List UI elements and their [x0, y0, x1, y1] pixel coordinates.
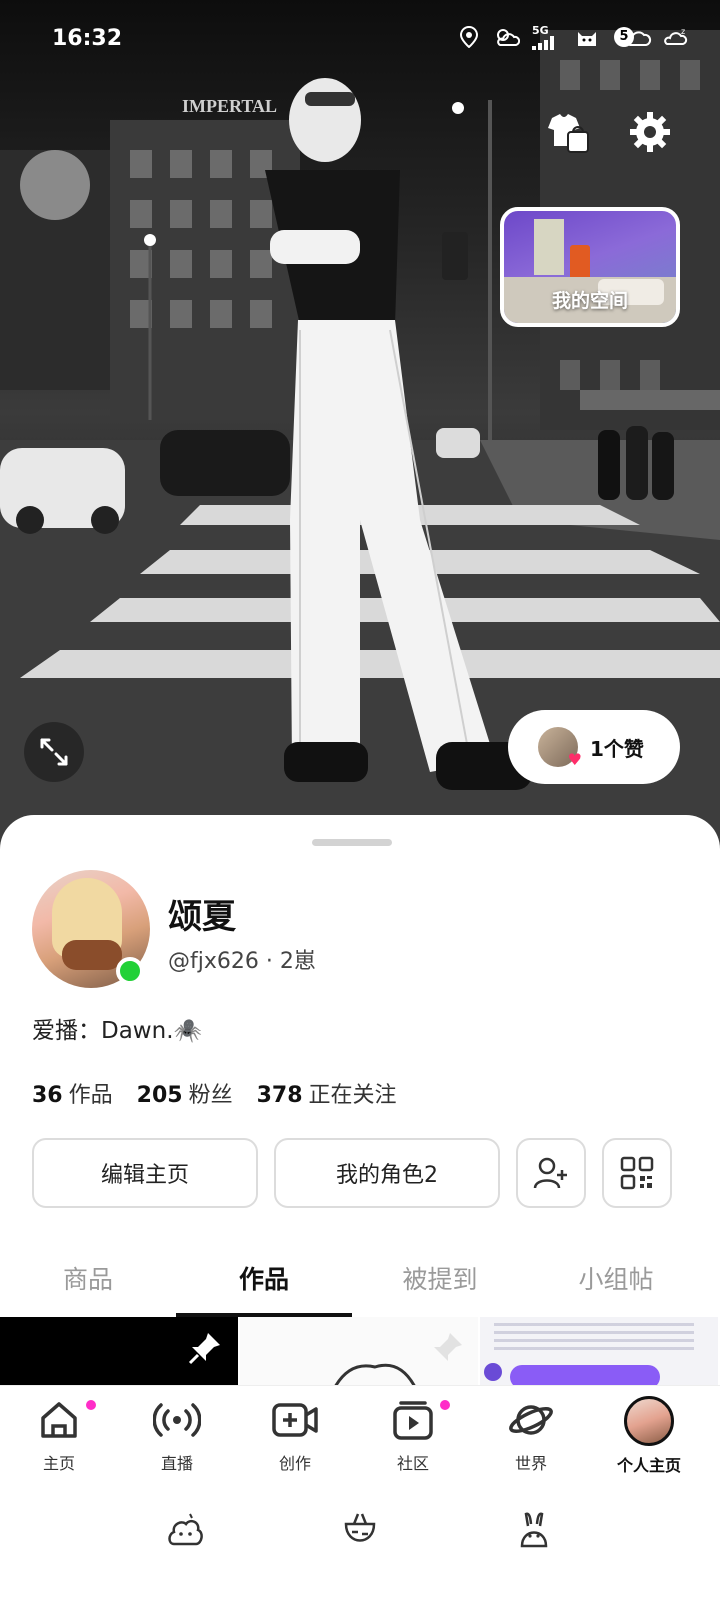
nav-community[interactable]: 社区 [354, 1400, 472, 1482]
profile-sheet: 颂夏 @fjx626 · 2崽 爱播：Dawn.🕷️ 36 作品 205 粉丝 37… [0, 815, 720, 1604]
space-curtain [534, 219, 564, 275]
system-home-button[interactable] [340, 1510, 380, 1550]
work-thumbnail[interactable] [480, 1317, 718, 1385]
notification-dot [86, 1400, 96, 1410]
sheet-drag-handle[interactable] [312, 839, 392, 846]
live-icon [153, 1403, 201, 1437]
expand-fullscreen-button[interactable] [24, 722, 84, 782]
system-menu-button[interactable] [166, 1510, 206, 1550]
battery-indicator: 5 [612, 25, 652, 49]
cloud-face-icon [168, 1513, 203, 1546]
stat-label: 粉丝 [188, 1083, 233, 1108]
avatar-guitar [62, 940, 122, 970]
my-space-card[interactable]: 我的空间 [500, 207, 680, 327]
profile-stats: 36 作品 205 粉丝 378 正在关注 [32, 1077, 397, 1109]
profile-avatar-icon [624, 1396, 674, 1446]
community-icon [393, 1401, 433, 1440]
nav-label: 主页 [42, 1454, 75, 1473]
text-snippet [494, 1323, 694, 1353]
expand-icon [40, 738, 68, 766]
tab-mentions[interactable]: 被提到 [352, 1245, 528, 1317]
add-friend-button[interactable] [516, 1138, 586, 1208]
weather-icon [494, 24, 520, 50]
qr-code-icon [620, 1156, 654, 1190]
sketch-drawing [334, 1363, 416, 1385]
nav-label: 社区 [396, 1454, 429, 1473]
create-icon [272, 1403, 318, 1437]
work-thumbnail[interactable] [0, 1317, 238, 1385]
tab-products[interactable]: 商品 [0, 1245, 176, 1317]
stat-value: 36 [32, 1083, 63, 1108]
purple-bar [510, 1365, 660, 1385]
my-characters-button[interactable]: 我的角色2 [274, 1138, 500, 1208]
system-back-button[interactable] [514, 1510, 554, 1550]
add-user-icon [533, 1157, 567, 1189]
carrot-face-icon [344, 1513, 376, 1542]
stat-followers[interactable]: 205 粉丝 [137, 1077, 233, 1109]
stat-value: 205 [136, 1083, 183, 1108]
tab-works[interactable]: 作品 [176, 1245, 352, 1317]
stat-works[interactable]: 36 作品 [32, 1077, 113, 1109]
wardrobe-shop-icon[interactable] [544, 110, 590, 156]
avatar-scene: IMPERTAL 16:32 5G 5 z 我的空间 ♥ 1个赞 [0, 0, 720, 860]
liker-avatar: ♥ [538, 727, 582, 769]
world-icon [509, 1405, 553, 1435]
stat-value: 378 [256, 1083, 303, 1108]
svg-text:z: z [681, 27, 685, 36]
system-navigation-bar [0, 1494, 720, 1604]
qr-code-button[interactable] [602, 1138, 672, 1208]
status-bar: 16:32 5G 5 z [0, 0, 720, 80]
likes-count: 1个赞 [590, 736, 644, 761]
works-grid [0, 1317, 720, 1385]
notification-dot [440, 1400, 450, 1410]
nav-label: 直播 [160, 1454, 193, 1473]
status-icons: 5G 5 z [456, 24, 690, 50]
work-thumbnail[interactable] [240, 1317, 478, 1385]
nav-home[interactable]: 主页 [0, 1400, 118, 1482]
bunny-icon [520, 1512, 548, 1548]
nav-live[interactable]: 直播 [118, 1400, 236, 1482]
cat-icon [574, 24, 600, 50]
nav-label: 个人主页 [616, 1456, 681, 1475]
pin-icon [434, 1333, 462, 1361]
nav-label: 世界 [514, 1454, 547, 1473]
signal-icon: 5G [532, 24, 562, 50]
pin-icon [188, 1333, 220, 1365]
bottom-navigation: 主页 直播 创作 社区 世界 个人主页 [0, 1385, 720, 1485]
sleep-icon: z [664, 24, 690, 50]
profile-bio: 爱播：Dawn.🕷️ [32, 1018, 203, 1044]
heart-icon: ♥ [567, 750, 582, 769]
settings-gear-icon[interactable] [628, 110, 672, 154]
profile-actions: 编辑主页 我的角色2 [32, 1138, 674, 1208]
home-icon [41, 1402, 77, 1438]
online-status-dot [116, 957, 144, 985]
status-time: 16:32 [52, 26, 123, 51]
profile-tabs: 商品 作品 被提到 小组帖 [0, 1245, 720, 1317]
my-space-label: 我的空间 [551, 290, 628, 312]
profile-handle: @fjx626 · 2崽 [168, 949, 316, 974]
nav-world[interactable]: 世界 [472, 1400, 590, 1482]
location-icon [456, 24, 482, 50]
network-type: 5G [532, 23, 549, 37]
likes-button[interactable]: ♥ 1个赞 [508, 710, 680, 784]
stat-label: 正在关注 [308, 1083, 397, 1108]
nav-create[interactable]: 创作 [236, 1400, 354, 1482]
stat-label: 作品 [68, 1083, 113, 1108]
nav-label: 创作 [278, 1454, 311, 1473]
hotel-sign: IMPERTAL [182, 96, 277, 116]
tab-group-posts[interactable]: 小组帖 [528, 1245, 704, 1317]
edit-profile-button[interactable]: 编辑主页 [32, 1138, 258, 1208]
mini-avatar [484, 1363, 502, 1381]
stat-following[interactable]: 378 正在关注 [257, 1077, 397, 1109]
nav-profile[interactable]: 个人主页 [590, 1396, 708, 1478]
profile-name: 颂夏 [168, 897, 236, 937]
